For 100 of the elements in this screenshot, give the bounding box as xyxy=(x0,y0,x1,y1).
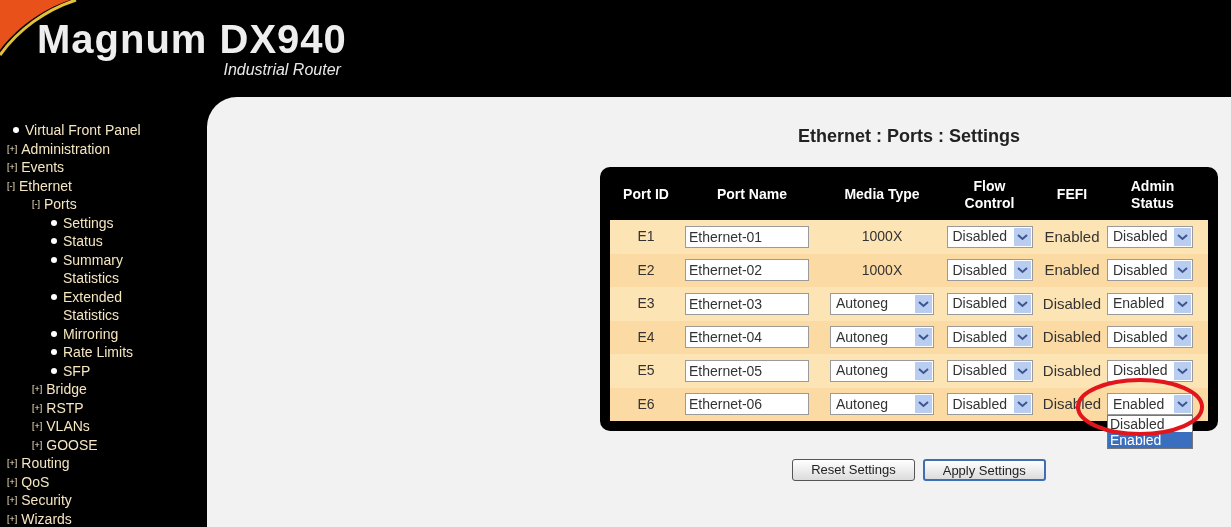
nav-link[interactable]: RSTP xyxy=(46,398,84,417)
chevron-down-icon xyxy=(1174,261,1191,280)
flow-control-select[interactable]: Disabled xyxy=(946,359,1033,382)
toggle-marker[interactable]: [-] xyxy=(32,195,40,214)
nav-link[interactable]: Settings xyxy=(63,213,114,232)
toggle-marker[interactable]: [+] xyxy=(32,380,43,399)
fefi-status: Disabled xyxy=(1041,327,1103,347)
nav-link[interactable]: Administration xyxy=(21,139,110,158)
toggle-marker[interactable]: [+] xyxy=(7,139,18,158)
column-header: Port Name xyxy=(716,186,788,203)
chevron-down-icon xyxy=(915,395,932,414)
bullet-icon xyxy=(51,367,57,374)
flow-control-select[interactable]: Disabled xyxy=(946,259,1033,282)
action-button[interactable]: Apply Settings xyxy=(922,459,1046,481)
admin-status-select[interactable]: Enabled xyxy=(1107,292,1193,315)
fefi-status: Disabled xyxy=(1041,360,1103,381)
nav-link[interactable]: QoS xyxy=(21,472,50,491)
chevron-down-icon xyxy=(1174,395,1191,414)
bullet-icon xyxy=(51,219,57,226)
chevron-down-icon xyxy=(1174,227,1191,246)
fefi-status: Enabled xyxy=(1043,260,1101,280)
chevron-down-icon xyxy=(1013,361,1031,380)
toggle-marker[interactable]: [-] xyxy=(7,176,15,195)
port-id: E4 xyxy=(636,327,656,347)
page-title: Ethernet : Ports : Settings xyxy=(798,125,1020,148)
fefi-status: Enabled xyxy=(1043,226,1101,247)
nav-link[interactable]: Rate Limits xyxy=(63,343,134,362)
chevron-down-icon xyxy=(915,294,932,313)
chevron-down-icon xyxy=(1013,261,1031,280)
port-name-field[interactable]: Ethernet-05 xyxy=(685,359,809,382)
port-name-field[interactable]: Ethernet-04 xyxy=(685,326,809,349)
media-type-select[interactable]: Autoneg xyxy=(830,393,934,416)
chevron-down-icon xyxy=(1174,328,1191,347)
admin-status-select[interactable]: Disabled xyxy=(1107,359,1193,382)
nav-link[interactable]: Events xyxy=(21,158,65,177)
column-header: Flow Control xyxy=(963,177,1016,212)
nav-link[interactable]: Security xyxy=(21,491,72,510)
nav-link[interactable]: Virtual Front Panel xyxy=(25,121,141,140)
action-button[interactable]: Reset Settings xyxy=(792,459,915,481)
logo-subtitle: Industrial Router xyxy=(223,61,341,79)
nav-link[interactable]: VLANs xyxy=(46,417,90,436)
nav-link[interactable]: Status xyxy=(63,232,103,251)
port-name-field[interactable]: Ethernet-03 xyxy=(685,292,809,315)
toggle-marker[interactable]: [+] xyxy=(7,158,18,177)
column-header: Media Type xyxy=(843,186,921,203)
nav-link[interactable]: Wizards xyxy=(21,509,72,527)
media-type-select[interactable]: Autoneg xyxy=(830,292,934,315)
media-type: 1000X xyxy=(861,227,903,247)
flow-control-select[interactable]: Disabled xyxy=(946,292,1033,315)
bullet-icon xyxy=(51,349,57,356)
toggle-marker[interactable]: [+] xyxy=(32,435,43,454)
dropdown-option[interactable]: Disabled xyxy=(1108,416,1192,433)
media-type-select[interactable]: Autoneg xyxy=(830,326,934,349)
flow-control-select[interactable]: Disabled xyxy=(946,225,1033,248)
bullet-icon xyxy=(13,127,19,134)
port-name-field[interactable]: Ethernet-02 xyxy=(685,259,809,282)
nav-link[interactable]: Bridge xyxy=(46,380,87,399)
port-name-field[interactable]: Ethernet-01 xyxy=(685,225,809,248)
media-type: 1000X xyxy=(861,260,903,280)
bullet-icon xyxy=(51,293,57,300)
chevron-down-icon xyxy=(1013,227,1031,246)
admin-status-select[interactable]: Disabled xyxy=(1107,326,1193,349)
chevron-down-icon xyxy=(915,328,932,347)
toggle-marker[interactable]: [+] xyxy=(7,509,18,527)
media-type-select[interactable]: Autoneg xyxy=(830,359,934,382)
nav-link[interactable]: Mirroring xyxy=(63,324,119,343)
flow-control-select[interactable]: Disabled xyxy=(946,326,1033,349)
column-header: Admin Status xyxy=(1129,177,1176,212)
toggle-marker[interactable]: [+] xyxy=(7,454,18,473)
chevron-down-icon xyxy=(915,361,932,380)
port-id: E2 xyxy=(636,260,656,280)
chevron-down-icon xyxy=(1013,395,1031,414)
admin-status-select[interactable]: Enabled xyxy=(1107,393,1193,416)
toggle-marker[interactable]: [+] xyxy=(7,491,18,510)
fefi-status: Disabled xyxy=(1041,293,1103,314)
port-id: E3 xyxy=(636,294,656,314)
port-id: E1 xyxy=(636,227,656,247)
column-header: Port ID xyxy=(622,186,670,203)
column-header: FEFI xyxy=(1055,186,1089,203)
toggle-marker[interactable]: [+] xyxy=(7,472,18,491)
bullet-icon xyxy=(51,256,57,263)
nav-link[interactable]: Routing xyxy=(21,454,70,473)
port-name-field[interactable]: Ethernet-06 xyxy=(685,393,809,416)
bullet-icon xyxy=(51,238,57,245)
nav-link[interactable]: Extended Statistics xyxy=(63,287,170,325)
chevron-down-icon xyxy=(1174,294,1191,313)
flow-control-select[interactable]: Disabled xyxy=(946,393,1033,416)
chevron-down-icon xyxy=(1174,361,1191,380)
chevron-down-icon xyxy=(1013,294,1031,313)
nav-link[interactable]: Ethernet xyxy=(19,176,72,195)
chevron-down-icon xyxy=(1013,328,1031,347)
nav-link[interactable]: GOOSE xyxy=(46,435,98,454)
nav-link[interactable]: SFP xyxy=(63,361,91,380)
toggle-marker[interactable]: [+] xyxy=(32,417,43,436)
admin-status-select[interactable]: Disabled xyxy=(1107,259,1193,282)
admin-status-select[interactable]: Disabled xyxy=(1107,225,1193,248)
nav-link[interactable]: Ports xyxy=(44,195,77,214)
logo-title: Magnum DX940 xyxy=(37,17,347,61)
toggle-marker[interactable]: [+] xyxy=(32,398,43,417)
nav-link[interactable]: Summary Statistics xyxy=(63,250,170,288)
